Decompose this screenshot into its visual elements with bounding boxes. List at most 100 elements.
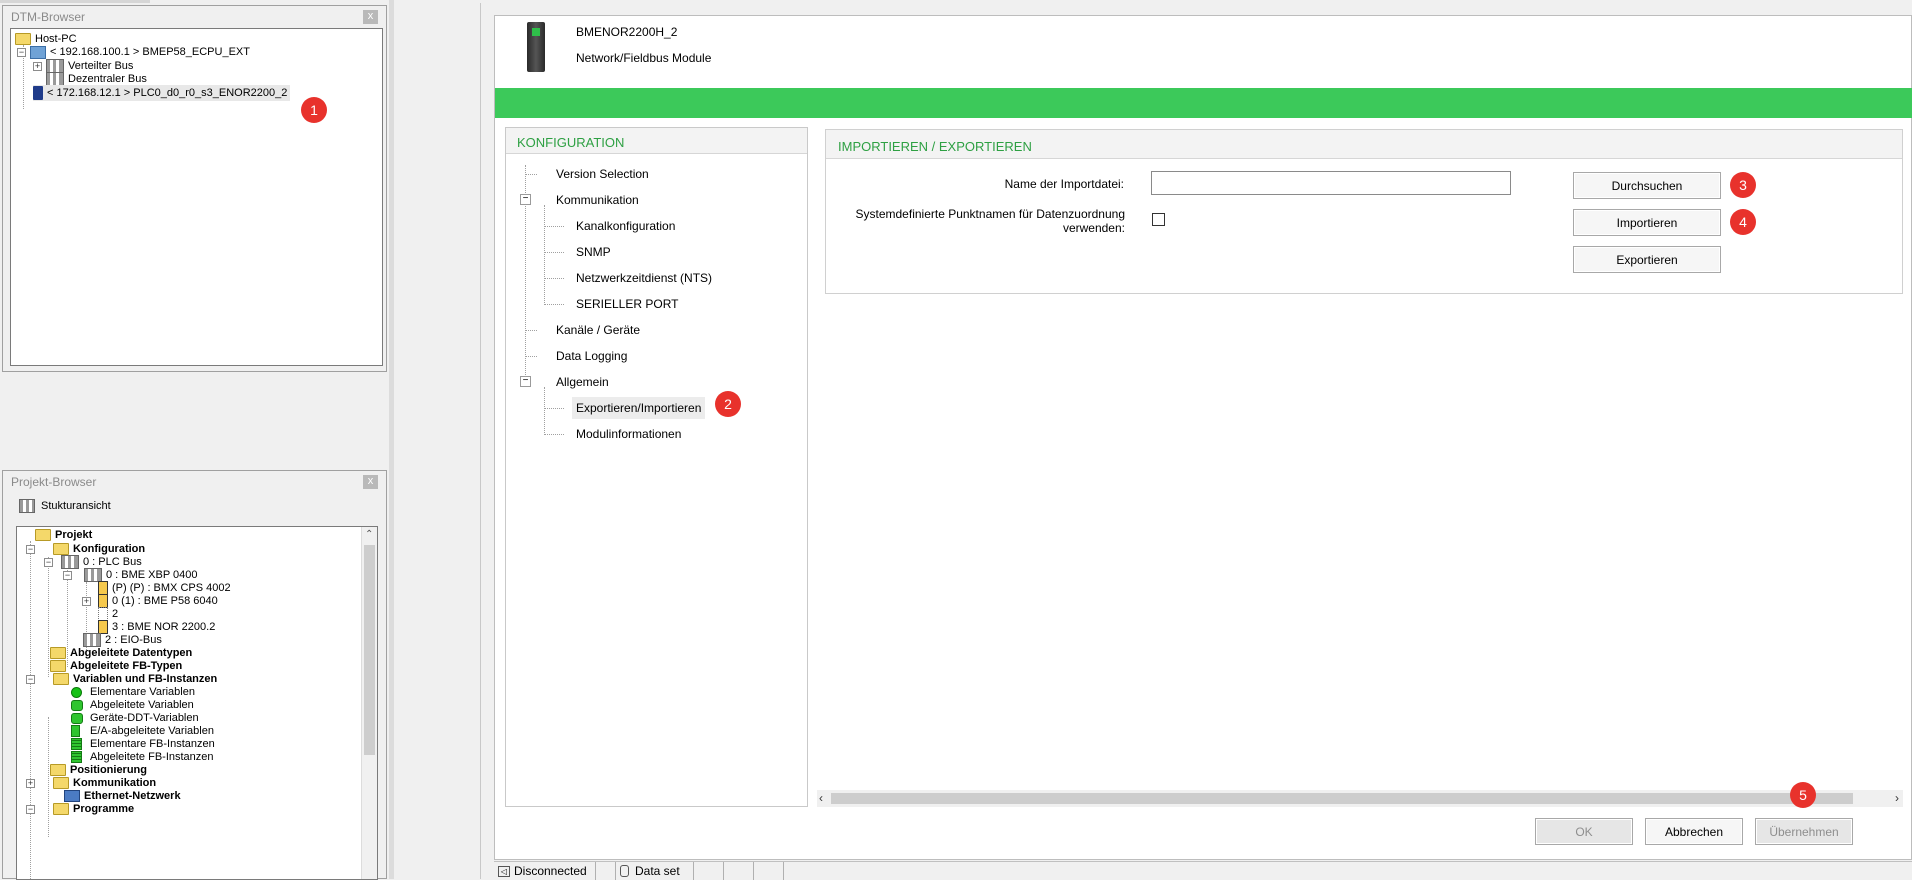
system-names-checkbox[interactable] [1152, 213, 1165, 226]
step-badge-1: 1 [301, 97, 327, 123]
connection-status: ◁ Disconnected [494, 862, 596, 880]
nav-item-nts[interactable]: Netzwerkzeitdienst (NTS) [576, 271, 712, 285]
scroll-right-icon[interactable]: › [1895, 791, 1899, 805]
vertical-scrollbar[interactable]: ⌃ [361, 527, 377, 879]
variable-icon [71, 686, 82, 698]
horizontal-scroll-thumb[interactable] [831, 793, 1853, 804]
nav-item-kanaele-geraete[interactable]: Kanäle / Geräte [556, 323, 640, 337]
nav-item-exportieren-importieren[interactable]: Exportieren/Importieren [572, 397, 706, 419]
tree-line [544, 408, 564, 409]
step-badge-4: 4 [1730, 209, 1756, 235]
collapse-icon[interactable]: − [26, 674, 35, 684]
dtm-browser-panel: DTM-Browser x Host-PC − < 192.168.100.1 … [2, 5, 387, 372]
connection-status-label: Disconnected [514, 864, 587, 878]
nav-item-snmp[interactable]: SNMP [576, 245, 611, 259]
browse-button[interactable]: Durchsuchen [1573, 172, 1721, 199]
collapse-icon[interactable]: − [63, 570, 72, 580]
projekt-browser-close-button[interactable]: x [363, 475, 378, 489]
dtm-browser-title: DTM-Browser [11, 10, 85, 24]
folder-icon [53, 803, 69, 815]
system-names-label: Systemdefinierte Punktnamen für Datenzuo… [835, 207, 1126, 235]
scroll-left-icon[interactable]: ‹ [819, 791, 823, 805]
ok-button[interactable]: OK [1535, 818, 1633, 845]
import-button[interactable]: Importieren [1573, 209, 1721, 236]
system-names-label-line1: Systemdefinierte Punktnamen für Datenzuo… [855, 207, 1126, 221]
tree-item-label: Projekt [55, 529, 93, 541]
nav-item-modulinformationen[interactable]: Modulinformationen [576, 427, 681, 441]
module-icon [33, 86, 43, 100]
tree-line [48, 557, 49, 677]
apply-button[interactable]: Übernehmen [1755, 818, 1853, 845]
tree-line [544, 205, 545, 303]
dtm-browser-close-button[interactable]: x [363, 10, 378, 24]
status-bar: ◁ Disconnected Data set [494, 861, 1912, 880]
step-badge-3: 3 [1730, 172, 1756, 198]
device-image [527, 22, 545, 72]
import-file-input[interactable] [1151, 171, 1511, 195]
tree-item-label: Dezentraler Bus [68, 73, 147, 85]
nav-item-version-selection[interactable]: Version Selection [556, 167, 649, 181]
export-button[interactable]: Exportieren [1573, 246, 1721, 273]
tree-line [544, 387, 545, 433]
status-segment [754, 862, 784, 880]
data-set-status: Data set [616, 862, 694, 880]
status-spacer [596, 862, 616, 880]
structure-view-label: Stukturansicht [41, 500, 111, 512]
collapse-icon[interactable]: − [17, 47, 26, 57]
status-segment [724, 862, 754, 880]
vertical-splitter[interactable] [389, 0, 394, 879]
scroll-thumb[interactable] [364, 545, 375, 755]
tree-line [544, 278, 564, 279]
disconnected-icon: ◁ [498, 865, 510, 877]
top-strip [0, 0, 150, 3]
tree-item-label: Programme [73, 803, 135, 815]
device-type: Network/Fieldbus Module [576, 51, 712, 65]
projekt-browser-title: Projekt-Browser [11, 475, 97, 489]
step-badge-5: 5 [1790, 782, 1816, 808]
tree-line [544, 252, 564, 253]
derived-variable-icon [71, 699, 83, 711]
tree-item-label: < 172.168.12.1 > PLC0_d0_r0_s3_ENOR2200_… [47, 87, 288, 99]
nav-item-data-logging[interactable]: Data Logging [556, 349, 627, 363]
tree-line [525, 356, 537, 357]
panel-header-label: IMPORTIEREN / EXPORTIEREN [838, 139, 1032, 154]
projekt-tree: ⌃ Projekt − Konfiguration − 0 : PLC Bus … [16, 526, 378, 880]
tree-line [544, 434, 564, 435]
status-segment [694, 862, 724, 880]
scroll-up-icon[interactable]: ⌃ [365, 529, 373, 540]
tree-item-enor2200[interactable]: < 172.168.12.1 > PLC0_d0_r0_s3_ENOR2200_… [33, 85, 291, 101]
structure-view-tab[interactable]: Stukturansicht [19, 499, 111, 513]
nav-item-allgemein[interactable]: Allgemein [556, 375, 609, 389]
allgemein-collapse-icon[interactable]: − [520, 376, 531, 387]
device-ddt-icon [71, 712, 83, 724]
step-badge-2: 2 [715, 391, 741, 417]
expand-icon[interactable]: + [33, 61, 42, 71]
system-names-label-line2: verwenden: [1062, 221, 1125, 235]
device-led [532, 28, 540, 36]
nav-item-kommunikation[interactable]: Kommunikation [556, 193, 639, 207]
nav-item-kanalkonfiguration[interactable]: Kanalkonfiguration [576, 219, 675, 233]
expand-icon[interactable]: + [26, 778, 35, 788]
kommunikation-collapse-icon[interactable]: − [520, 194, 531, 205]
collapse-icon[interactable]: − [44, 557, 53, 567]
tree-line [544, 226, 564, 227]
nav-header-label: KONFIGURATION [517, 135, 625, 150]
nav-item-serieller-port[interactable]: SERIELLER PORT [576, 297, 678, 311]
horizontal-scrollbar[interactable]: ‹ › [817, 790, 1903, 807]
expand-icon[interactable]: + [82, 596, 91, 606]
import-file-label: Name der Importdatei: [1004, 177, 1124, 191]
dtm-tree: Host-PC − < 192.168.100.1 > BMEP58_ECPU_… [10, 28, 383, 366]
tree-item-programme[interactable]: − Programme [26, 801, 134, 817]
cancel-button[interactable]: Abbrechen [1645, 818, 1743, 845]
tree-line [544, 304, 564, 305]
status-banner [495, 88, 1912, 118]
bus-icon [46, 72, 64, 86]
tree-item-label: 0 (1) : BME P58 6040 [112, 595, 218, 607]
plc-icon [30, 45, 46, 59]
data-set-label: Data set [635, 864, 680, 878]
collapse-icon[interactable]: − [26, 804, 35, 814]
device-name: BMENOR2200H_2 [576, 25, 678, 39]
folder-icon [35, 529, 51, 541]
collapse-icon[interactable]: − [26, 544, 35, 554]
folder-icon [53, 673, 69, 685]
